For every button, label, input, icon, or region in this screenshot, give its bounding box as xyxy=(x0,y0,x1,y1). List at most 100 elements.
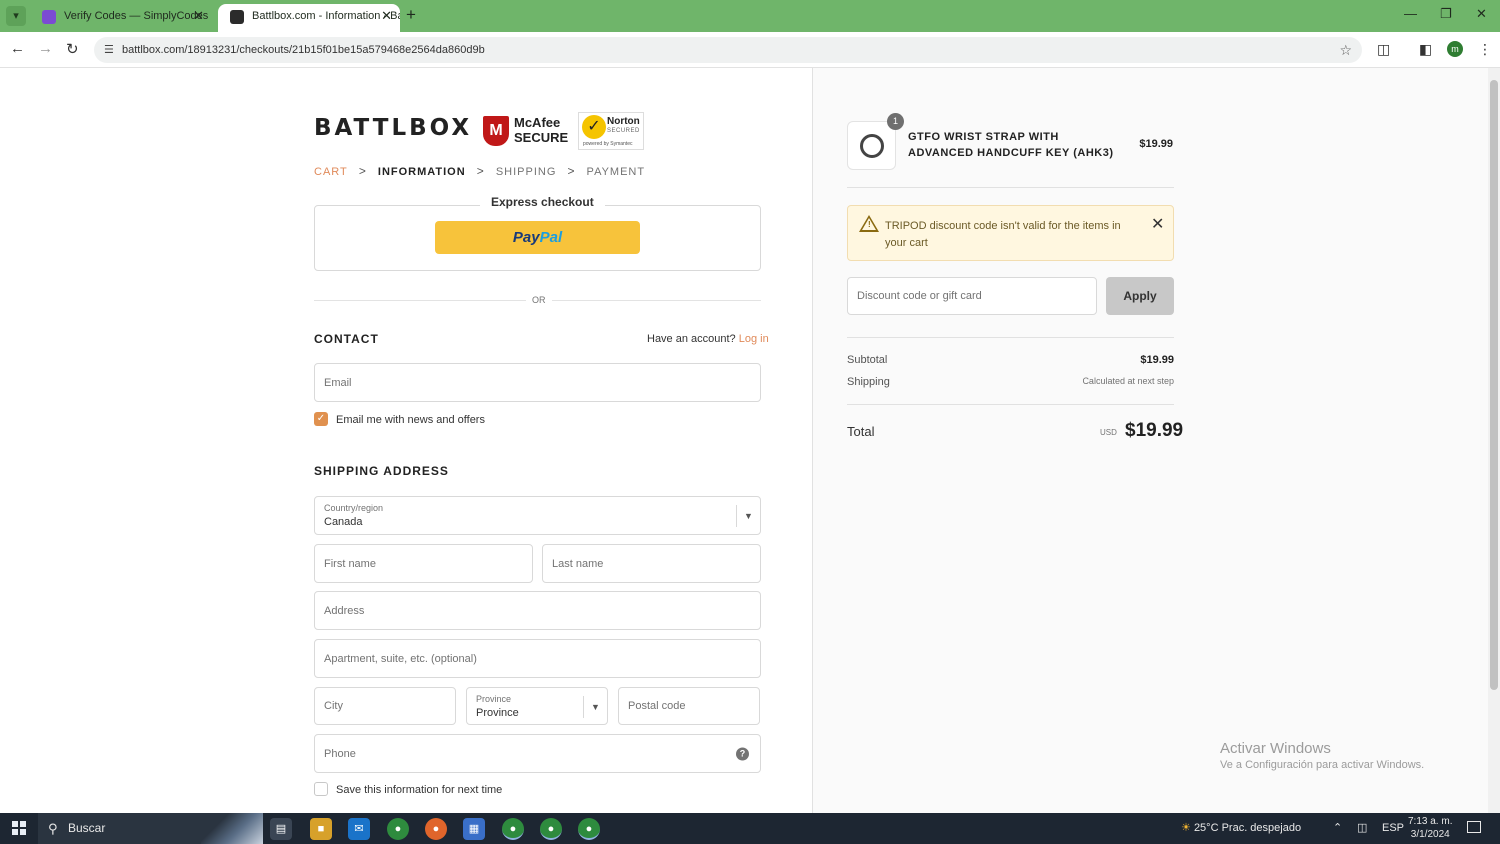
help-icon[interactable]: ? xyxy=(736,747,749,760)
login-link[interactable]: Log in xyxy=(739,333,769,345)
reload-icon[interactable]: ↻ xyxy=(66,40,79,58)
address-toolbar: ← → ↻ ☰ battlbox.com/18913231/checkouts/… xyxy=(0,32,1500,68)
shipping-row: Shipping Calculated at next step xyxy=(847,376,1174,388)
shipping-address-heading: SHIPPING ADDRESS xyxy=(314,464,449,478)
simplycodes-favicon-icon xyxy=(42,10,56,24)
address-field[interactable]: Address xyxy=(314,591,761,630)
have-account-text: Have an account? Log in xyxy=(647,333,769,345)
chevron-right-icon: > xyxy=(358,164,367,178)
language-indicator[interactable]: ESP xyxy=(1382,813,1404,844)
side-panel-icon[interactable]: ◧ xyxy=(1419,41,1432,58)
url-text: battlbox.com/18913231/checkouts/21b15f01… xyxy=(122,44,485,56)
product-thumbnail xyxy=(847,121,896,170)
breadcrumb-cart[interactable]: CART xyxy=(314,166,348,178)
save-info-label: Save this information for next time xyxy=(336,784,503,796)
norton-secured-badge: ✓ Norton SECURED powered by Symantec xyxy=(578,112,644,150)
save-info-checkbox[interactable] xyxy=(314,782,328,796)
battlbox-favicon-icon xyxy=(230,10,244,24)
province-select[interactable]: Province Province ▼ xyxy=(466,687,608,725)
taskbar-search[interactable]: ⚲ Buscar xyxy=(38,813,263,844)
tab-title: Verify Codes — SimplyCodes xyxy=(64,10,209,22)
network-icon[interactable]: ◫ xyxy=(1357,813,1367,844)
url-field[interactable]: ☰ battlbox.com/18913231/checkouts/21b15f… xyxy=(94,37,1362,63)
close-icon[interactable]: ✕ xyxy=(1151,214,1164,234)
search-highlight-image xyxy=(201,813,263,844)
discount-warning-banner: ! TRIPOD discount code isn't valid for t… xyxy=(847,205,1174,261)
close-tab-icon[interactable]: ✕ xyxy=(193,4,204,28)
file-explorer-icon[interactable]: ■ xyxy=(310,818,332,840)
chevron-right-icon: > xyxy=(476,164,485,178)
tab-simplycodes[interactable]: Verify Codes — SimplyCodes ✕ xyxy=(30,4,212,32)
new-tab-icon[interactable]: + xyxy=(406,5,416,25)
newsletter-label: Email me with news and offers xyxy=(336,414,485,426)
product-price: $19.99 xyxy=(1139,138,1173,150)
weather-icon: ☀ xyxy=(1181,822,1191,834)
norton-check-icon: ✓ xyxy=(582,115,606,139)
weather-widget[interactable]: ☀ 25°C Prac. despejado xyxy=(1181,813,1301,844)
chrome-profile-icon[interactable]: ● xyxy=(502,818,524,840)
country-select[interactable]: Country/region Canada ▼ xyxy=(314,496,761,535)
clock[interactable]: 7:13 a. m. 3/1/2024 xyxy=(1408,815,1452,841)
search-icon: ⚲ xyxy=(48,821,58,836)
summary-divider xyxy=(847,187,1174,188)
chrome-icon[interactable]: ● xyxy=(387,818,409,840)
first-name-field[interactable]: First name xyxy=(314,544,533,583)
activate-windows-watermark: Activar Windows Ve a Configuración para … xyxy=(1220,740,1425,771)
tab-battlbox[interactable]: Battlbox.com - Information - Ba ✕ xyxy=(218,4,400,32)
total-label: Total xyxy=(847,424,875,439)
mail-icon[interactable]: ✉ xyxy=(348,818,370,840)
wrist-strap-image xyxy=(860,134,884,158)
tray-chevron-up-icon[interactable]: ⌃ xyxy=(1333,813,1342,844)
restore-icon[interactable]: ❐ xyxy=(1440,6,1452,22)
tab-search-icon[interactable]: ▾ xyxy=(6,6,26,26)
back-icon[interactable]: ← xyxy=(10,40,25,57)
site-settings-icon[interactable]: ☰ xyxy=(104,37,114,63)
chevron-right-icon: > xyxy=(567,164,576,178)
product-name: GTFO Wrist Strap with Advanced Handcuff … xyxy=(908,131,1114,159)
last-name-field[interactable]: Last name xyxy=(542,544,761,583)
close-tab-icon[interactable]: ✕ xyxy=(381,4,392,28)
mcafee-secure-badge: M McAfee SECURE xyxy=(483,114,575,148)
battlbox-logo[interactable]: BATTLBOX xyxy=(314,115,476,141)
email-field[interactable]: Email xyxy=(314,363,761,402)
profile-avatar[interactable]: m xyxy=(1447,41,1463,57)
page-scrollbar[interactable] xyxy=(1488,68,1500,813)
subtotal-value: $19.99 xyxy=(1140,354,1174,366)
firefox-icon[interactable]: ● xyxy=(425,818,447,840)
summary-divider xyxy=(847,337,1174,338)
chrome-profile-icon[interactable]: ● xyxy=(578,818,600,840)
scrollbar-thumb[interactable] xyxy=(1490,80,1498,690)
windows-start-icon[interactable] xyxy=(12,821,26,835)
store-icon[interactable]: ▦ xyxy=(463,818,485,840)
checkout-page: BATTLBOX M McAfee SECURE ✓ Norton SECURE… xyxy=(0,68,1500,813)
window-close-icon[interactable]: ✕ xyxy=(1476,6,1487,22)
chevron-down-icon: ▼ xyxy=(736,505,760,527)
quantity-badge: 1 xyxy=(887,113,904,130)
minimize-icon[interactable]: — xyxy=(1404,6,1417,21)
task-view-icon[interactable]: ▤ xyxy=(270,818,292,840)
subtotal-row: Subtotal $19.99 xyxy=(847,354,1174,366)
notifications-icon[interactable] xyxy=(1467,821,1481,833)
total-currency: USD xyxy=(1100,428,1117,437)
checkout-main: BATTLBOX M McAfee SECURE ✓ Norton SECURE… xyxy=(0,68,812,813)
mcafee-shield-icon: M xyxy=(483,116,509,146)
phone-field[interactable]: Phone ? xyxy=(314,734,761,773)
total-value: $19.99 xyxy=(1125,420,1184,441)
apartment-field[interactable]: Apartment, suite, etc. (optional) xyxy=(314,639,761,678)
newsletter-checkbox[interactable]: ✓ xyxy=(314,412,328,426)
browser-menu-icon[interactable]: ⋮ xyxy=(1478,41,1492,58)
express-checkout-title: Express checkout xyxy=(480,195,605,209)
tab-title: Battlbox.com - Information - Ba xyxy=(252,10,400,22)
bookmark-star-icon[interactable]: ☆ xyxy=(1339,37,1352,63)
discount-code-input[interactable]: Discount code or gift card xyxy=(847,277,1097,315)
postal-code-field[interactable]: Postal code xyxy=(618,687,760,725)
windows-taskbar: ⚲ Buscar ▤ ■ ✉ ● ● ▦ ● ● ● ☀ 25°C Prac. … xyxy=(0,813,1500,844)
breadcrumb-payment: PAYMENT xyxy=(586,166,646,178)
extensions-icon[interactable]: ◫ xyxy=(1377,41,1390,58)
city-field[interactable]: City xyxy=(314,687,456,725)
paypal-button[interactable]: PayPal xyxy=(435,221,640,254)
forward-icon[interactable]: → xyxy=(38,40,53,57)
summary-divider xyxy=(847,404,1174,405)
apply-button[interactable]: Apply xyxy=(1106,277,1174,315)
chrome-profile-icon[interactable]: ● xyxy=(540,818,562,840)
